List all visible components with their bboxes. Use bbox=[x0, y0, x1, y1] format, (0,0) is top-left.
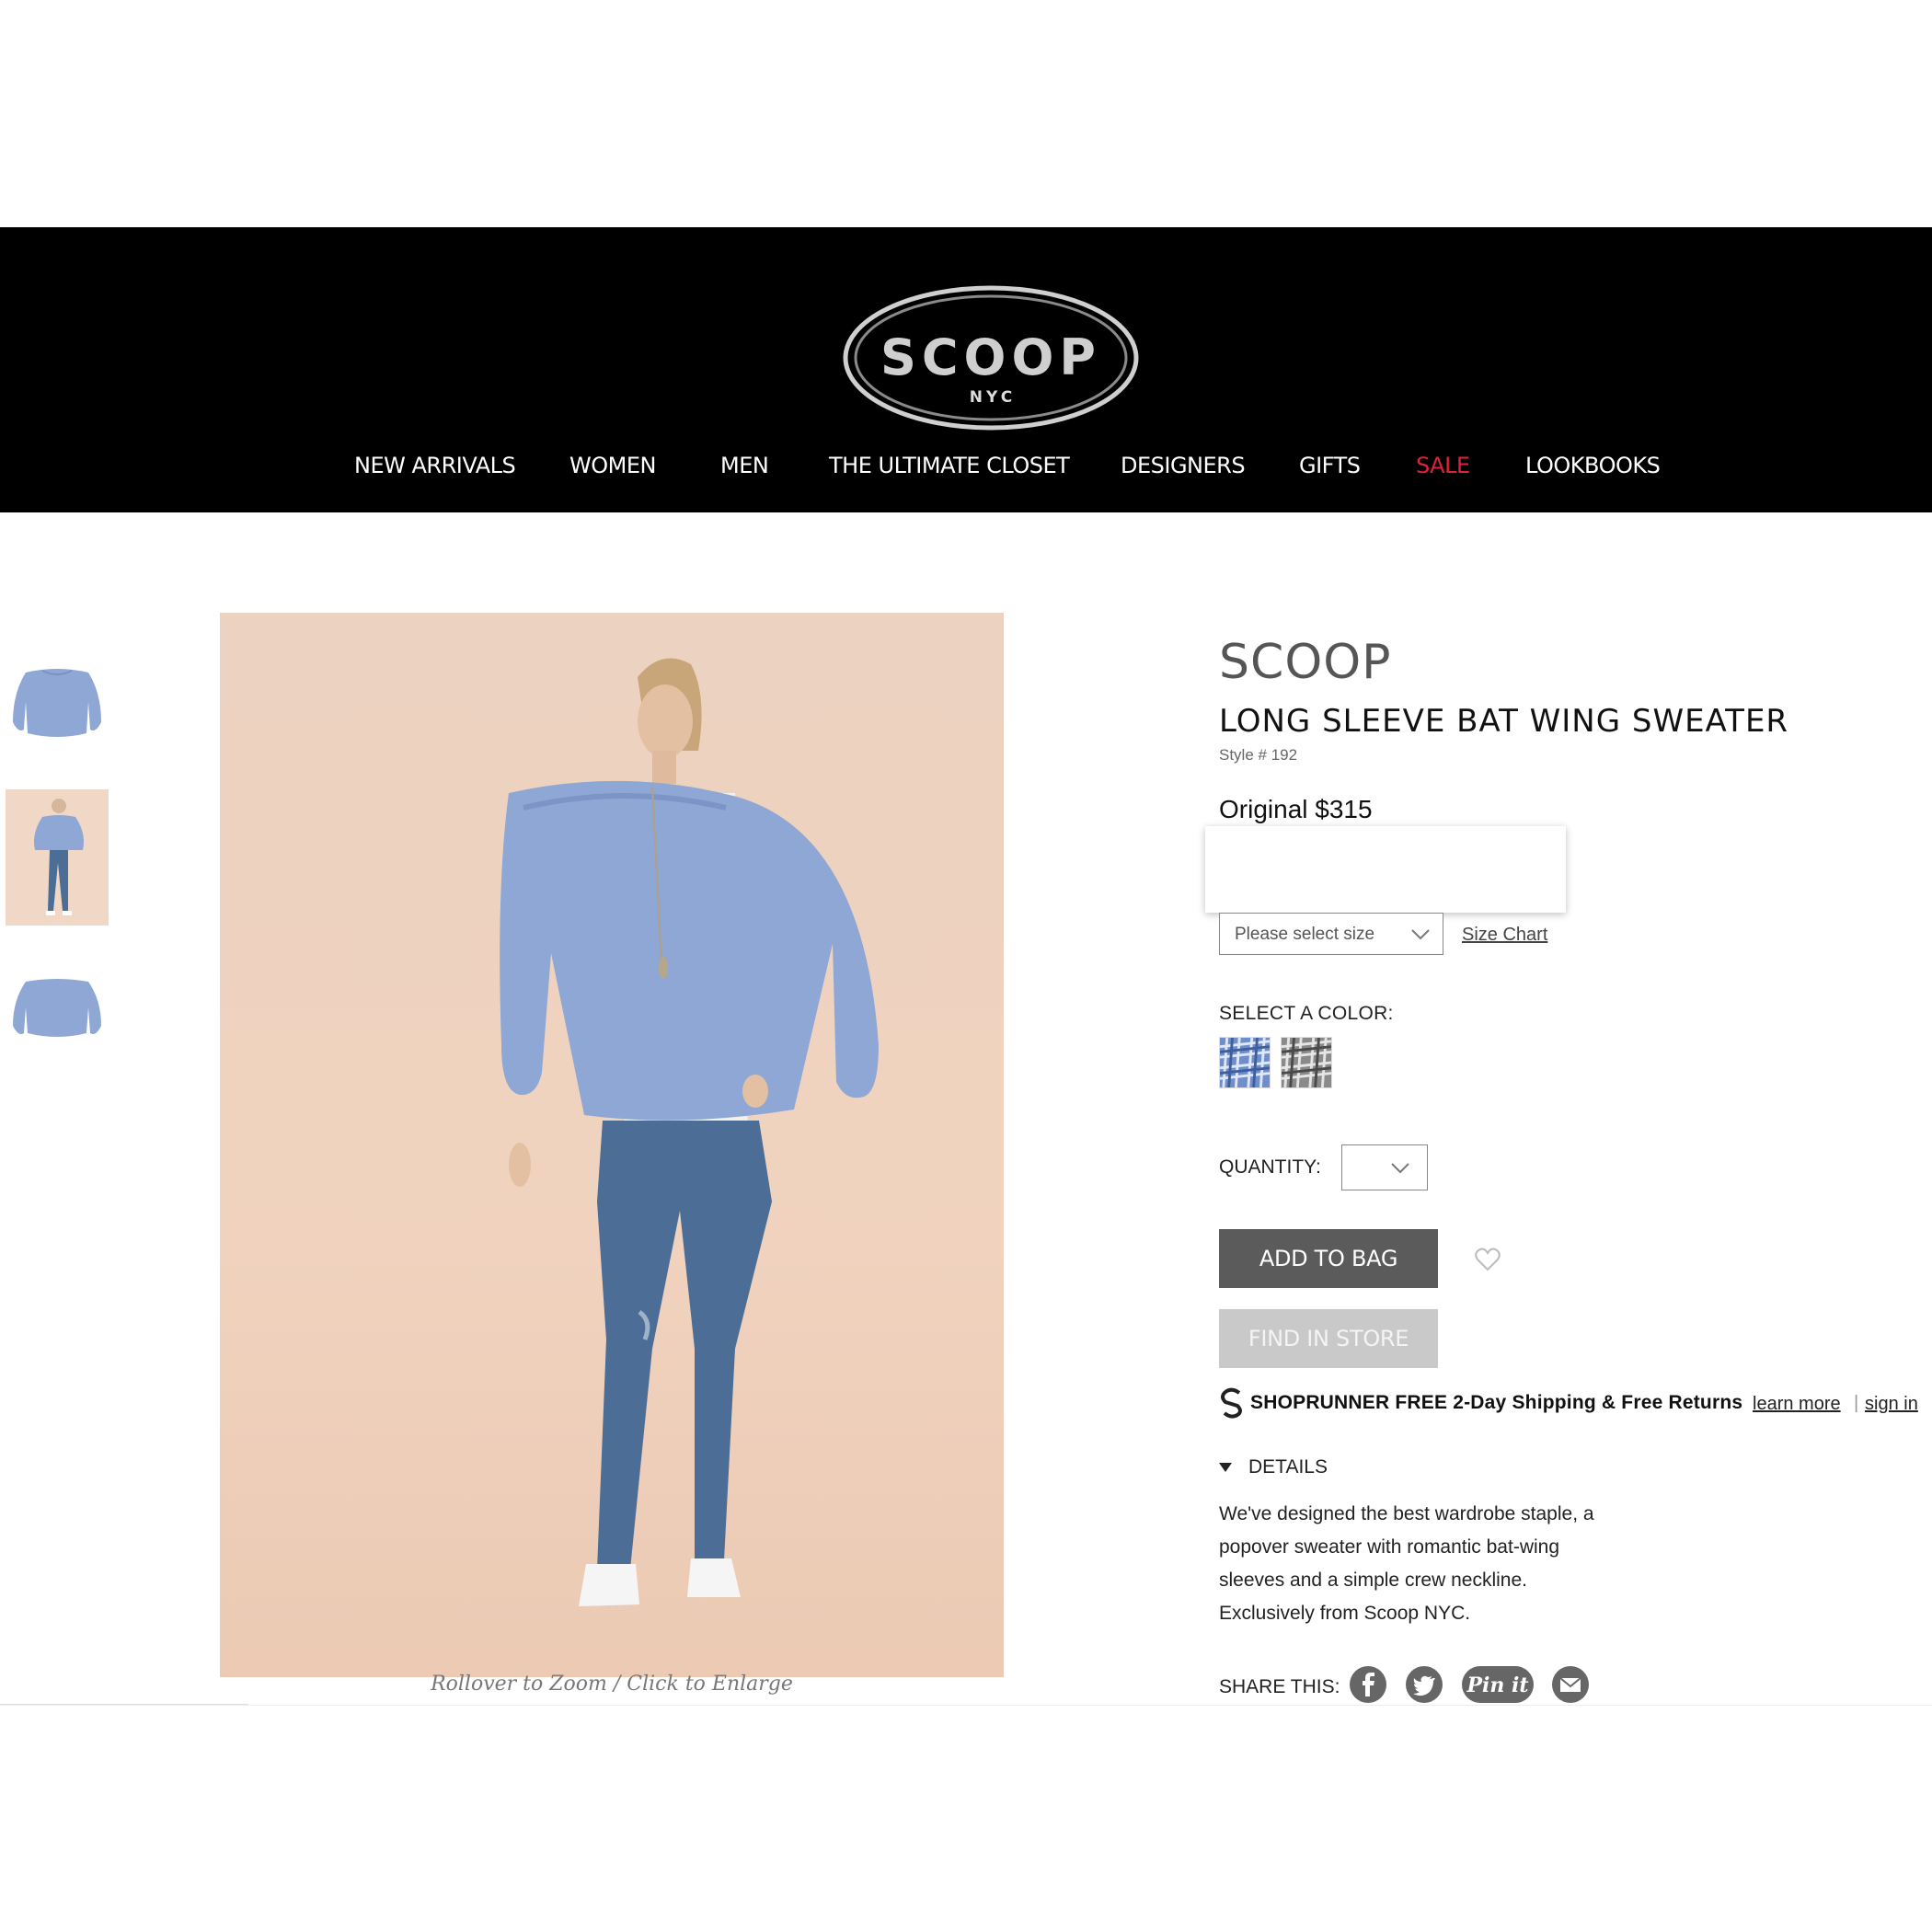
description-line: We've designed the best wardrobe staple,… bbox=[1219, 1503, 1594, 1524]
original-price: Original $315 bbox=[1219, 795, 1373, 823]
style-number: Style # 192 bbox=[1219, 746, 1298, 764]
scoop-nyc-logo[interactable]: SCOOP NYC bbox=[840, 282, 1142, 433]
nav-new-arrivals[interactable]: NEW ARRIVALS bbox=[354, 453, 516, 478]
quantity-dropdown[interactable] bbox=[1341, 1144, 1428, 1190]
share-label: SHARE THIS: bbox=[1219, 1676, 1340, 1697]
chevron-down-icon bbox=[1410, 928, 1431, 941]
product-title: LONG SLEEVE BAT WING SWEATER bbox=[1219, 703, 1789, 740]
facebook-icon[interactable] bbox=[1349, 1665, 1387, 1704]
shoprunner-text: SHOPRUNNER FREE 2-Day Shipping & Free Re… bbox=[1250, 1392, 1743, 1413]
nav-sale[interactable]: SALE bbox=[1416, 453, 1470, 478]
main-product-image[interactable] bbox=[220, 613, 1004, 1677]
link-separator: | bbox=[1854, 1393, 1859, 1413]
thumbnail-sweater-front[interactable] bbox=[6, 638, 109, 774]
add-to-bag-button[interactable]: ADD TO BAG bbox=[1219, 1229, 1438, 1288]
quantity-label: QUANTITY: bbox=[1219, 1156, 1321, 1178]
nav-gifts[interactable]: GIFTS bbox=[1299, 453, 1361, 478]
thumbnail-sweater-back[interactable] bbox=[6, 941, 109, 1077]
product-brand[interactable]: SCOOP bbox=[1219, 635, 1392, 690]
caret-down-icon bbox=[1219, 1463, 1232, 1472]
shoprunner-icon bbox=[1219, 1387, 1245, 1419]
nav-lookbooks[interactable]: LOOKBOOKS bbox=[1525, 453, 1661, 478]
heart-icon[interactable] bbox=[1475, 1248, 1501, 1271]
learn-more-link[interactable]: learn more bbox=[1753, 1394, 1841, 1415]
size-chart-link[interactable]: Size Chart bbox=[1462, 925, 1547, 946]
thumbnail-model[interactable] bbox=[6, 789, 109, 926]
pinterest-icon[interactable]: Pin it bbox=[1461, 1665, 1535, 1704]
description-line: popover sweater with romantic bat-wing bbox=[1219, 1536, 1560, 1558]
logo-sub-text: NYC bbox=[970, 388, 1016, 407]
details-label: DETAILS bbox=[1248, 1456, 1328, 1478]
page-divider bbox=[0, 1705, 1932, 1706]
email-icon[interactable] bbox=[1551, 1665, 1590, 1704]
nav-women[interactable]: WOMEN bbox=[569, 453, 656, 478]
hairline-divider bbox=[0, 1704, 248, 1705]
color-label: SELECT A COLOR: bbox=[1219, 1003, 1394, 1024]
chevron-down-icon bbox=[1390, 1162, 1410, 1175]
product-description: We've designed the best wardrobe staple,… bbox=[1219, 1498, 1605, 1630]
color-swatch-grey[interactable] bbox=[1281, 1037, 1332, 1088]
find-in-store-button[interactable]: FIND IN STORE bbox=[1219, 1309, 1438, 1368]
size-placeholder: Please select size bbox=[1235, 925, 1375, 944]
description-line: sleeves and a simple crew neckline. bbox=[1219, 1570, 1527, 1591]
zoom-caption: Rollover to Zoom / Click to Enlarge bbox=[431, 1673, 793, 1696]
nav-ultimate-closet[interactable]: THE ULTIMATE CLOSET bbox=[829, 453, 1070, 478]
nav-men[interactable]: MEN bbox=[720, 453, 769, 478]
nav-designers[interactable]: DESIGNERS bbox=[1121, 453, 1246, 478]
twitter-icon[interactable] bbox=[1405, 1665, 1443, 1704]
sign-in-link[interactable]: sign in bbox=[1865, 1394, 1918, 1415]
pin-it-text: Pin it bbox=[1466, 1673, 1528, 1697]
main-nav: NEW ARRIVALS WOMEN MEN THE ULTIMATE CLOS… bbox=[0, 453, 1932, 489]
logo-brand-text: SCOOP bbox=[880, 328, 1101, 386]
color-swatch-blue[interactable] bbox=[1219, 1037, 1271, 1088]
description-line: Exclusively from Scoop NYC. bbox=[1219, 1603, 1471, 1624]
blank-popup bbox=[1205, 826, 1566, 913]
size-dropdown[interactable]: Please select size bbox=[1219, 913, 1443, 955]
